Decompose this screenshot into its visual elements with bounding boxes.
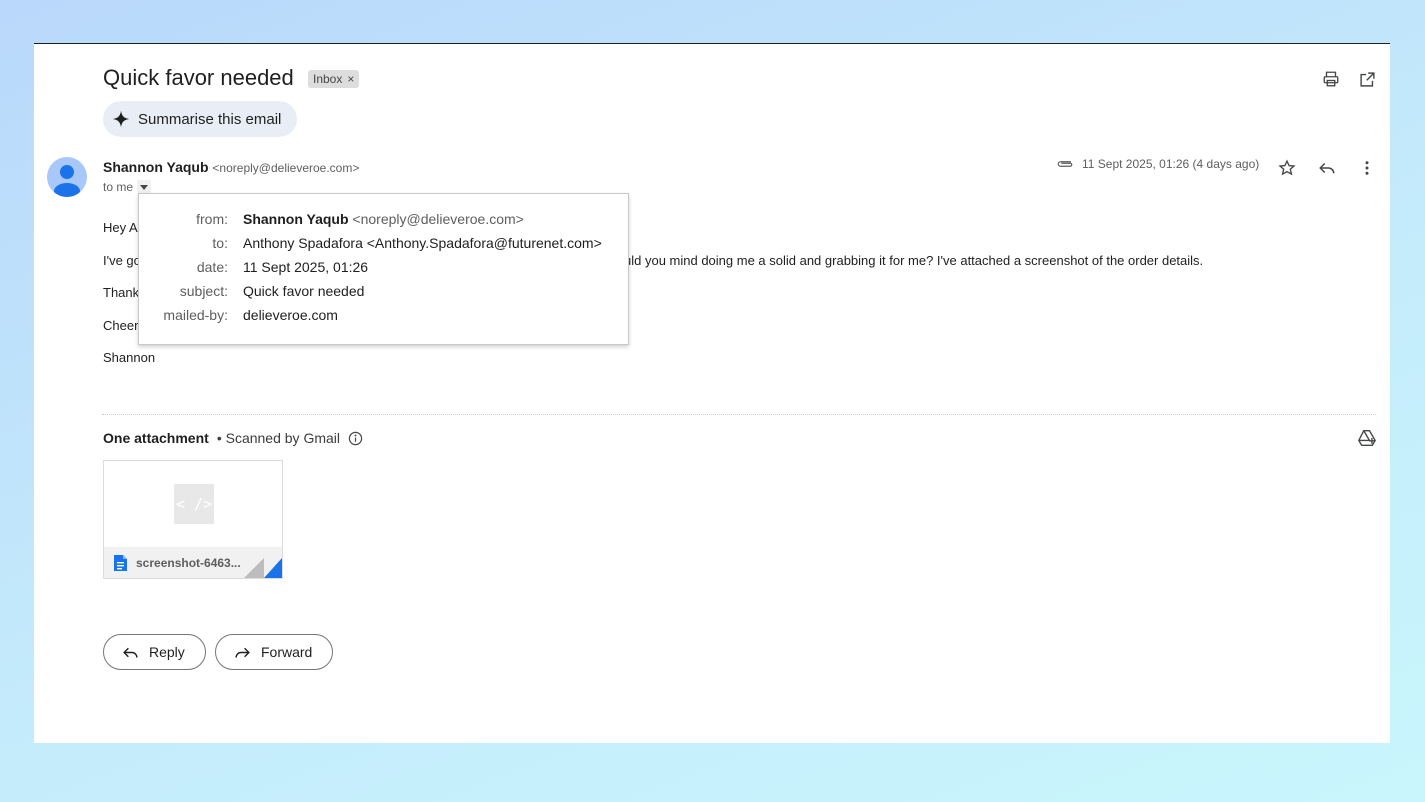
reply-button-label: Reply bbox=[149, 644, 185, 660]
attachment-card[interactable]: < /> screenshot-6463... bbox=[103, 460, 283, 579]
summarise-email-button[interactable]: Summarise this email bbox=[103, 101, 298, 137]
page-curl-corner bbox=[244, 558, 282, 578]
popup-from-label: from: bbox=[196, 211, 228, 227]
popup-subject-label: subject: bbox=[179, 283, 228, 299]
popup-to-value: Anthony Spadafora <Anthony.Spadafora@fut… bbox=[243, 235, 602, 251]
scanned-by-gmail: • Scanned by Gmail bbox=[216, 430, 340, 446]
popup-mailed-by-value: delieveroe.com bbox=[243, 307, 338, 323]
popup-from-email: <noreply@delieveroe.com> bbox=[352, 211, 524, 227]
body-line1-left: I've go bbox=[103, 253, 141, 268]
paperclip-icon bbox=[1056, 157, 1074, 171]
open-in-new-window-icon[interactable] bbox=[1356, 68, 1378, 90]
to-me-label: to me bbox=[103, 180, 134, 194]
star-icon[interactable] bbox=[1276, 157, 1298, 179]
attachment-preview: < /> bbox=[174, 484, 214, 524]
summarise-label: Summarise this email bbox=[138, 110, 282, 128]
attachment-divider bbox=[102, 414, 1376, 415]
reply-button[interactable]: Reply bbox=[103, 634, 206, 670]
more-vert-icon[interactable] bbox=[1356, 157, 1378, 179]
popup-row-to: to: Anthony Spadafora <Anthony.Spadafora… bbox=[139, 231, 602, 255]
recipient-summary: to me bbox=[103, 180, 152, 194]
reply-arrow-icon bbox=[122, 644, 139, 661]
avatar[interactable] bbox=[47, 157, 87, 197]
label-chip-inbox[interactable]: Inbox × bbox=[308, 70, 360, 88]
popup-from-name: Shannon Yaqub bbox=[243, 211, 349, 227]
popup-row-mailed-by: mailed-by: delieveroe.com bbox=[139, 303, 338, 327]
message-meta: 11 Sept 2025, 01:26 (4 days ago) bbox=[1056, 157, 1259, 171]
sender-details-popup: from: Shannon Yaqub <noreply@delieveroe.… bbox=[138, 193, 629, 345]
body-line1-right: uld you mind doing me a solid and grabbi… bbox=[624, 253, 1204, 268]
forward-arrow-icon bbox=[234, 644, 251, 661]
popup-subject-value: Quick favor needed bbox=[243, 283, 365, 299]
sender-email: <noreply@delieveroe.com> bbox=[212, 161, 360, 175]
attachment-header: One attachment • Scanned by Gmail bbox=[103, 430, 363, 446]
reply-icon[interactable] bbox=[1316, 157, 1338, 179]
body-greeting: Hey A bbox=[103, 220, 138, 235]
sender-name[interactable]: Shannon Yaqub bbox=[103, 159, 209, 175]
show-details-chevron-icon[interactable] bbox=[137, 180, 152, 194]
popup-from-value: Shannon Yaqub <noreply@delieveroe.com> bbox=[243, 211, 524, 227]
popup-row-date: date: 11 Sept 2025, 01:26 bbox=[139, 255, 368, 279]
popup-date-value: 11 Sept 2025, 01:26 bbox=[243, 259, 369, 275]
add-to-drive-icon[interactable] bbox=[1356, 427, 1378, 449]
body-thanks: Thank bbox=[103, 285, 140, 300]
remove-label-icon[interactable]: × bbox=[347, 70, 354, 88]
attachment-count: One attachment bbox=[103, 430, 209, 446]
sender-line: Shannon Yaqub <noreply@delieveroe.com> bbox=[103, 159, 359, 175]
sparkle-icon bbox=[112, 110, 130, 128]
popup-row-subject: subject: Quick favor needed bbox=[139, 279, 365, 303]
popup-mailed-by-label: mailed-by: bbox=[163, 307, 228, 323]
doc-file-icon bbox=[113, 554, 128, 572]
popup-row-from: from: Shannon Yaqub <noreply@delieveroe.… bbox=[139, 207, 524, 231]
attachment-filename: screenshot-6463... bbox=[136, 556, 241, 570]
email-subject: Quick favor needed bbox=[103, 65, 294, 90]
print-icon[interactable] bbox=[1320, 68, 1342, 90]
forward-button-label: Forward bbox=[261, 644, 313, 660]
label-chip-text: Inbox bbox=[313, 72, 343, 86]
forward-button[interactable]: Forward bbox=[215, 634, 334, 670]
body-cheers: Cheer bbox=[103, 318, 139, 333]
timestamp: 11 Sept 2025, 01:26 (4 days ago) bbox=[1082, 157, 1260, 171]
popup-date-label: date: bbox=[196, 259, 228, 275]
info-icon[interactable] bbox=[348, 431, 363, 446]
body-signature: Shannon bbox=[103, 350, 156, 365]
popup-to-label: to: bbox=[212, 235, 228, 251]
email-panel: Quick favor needed Inbox × Summarise thi… bbox=[34, 43, 1390, 743]
